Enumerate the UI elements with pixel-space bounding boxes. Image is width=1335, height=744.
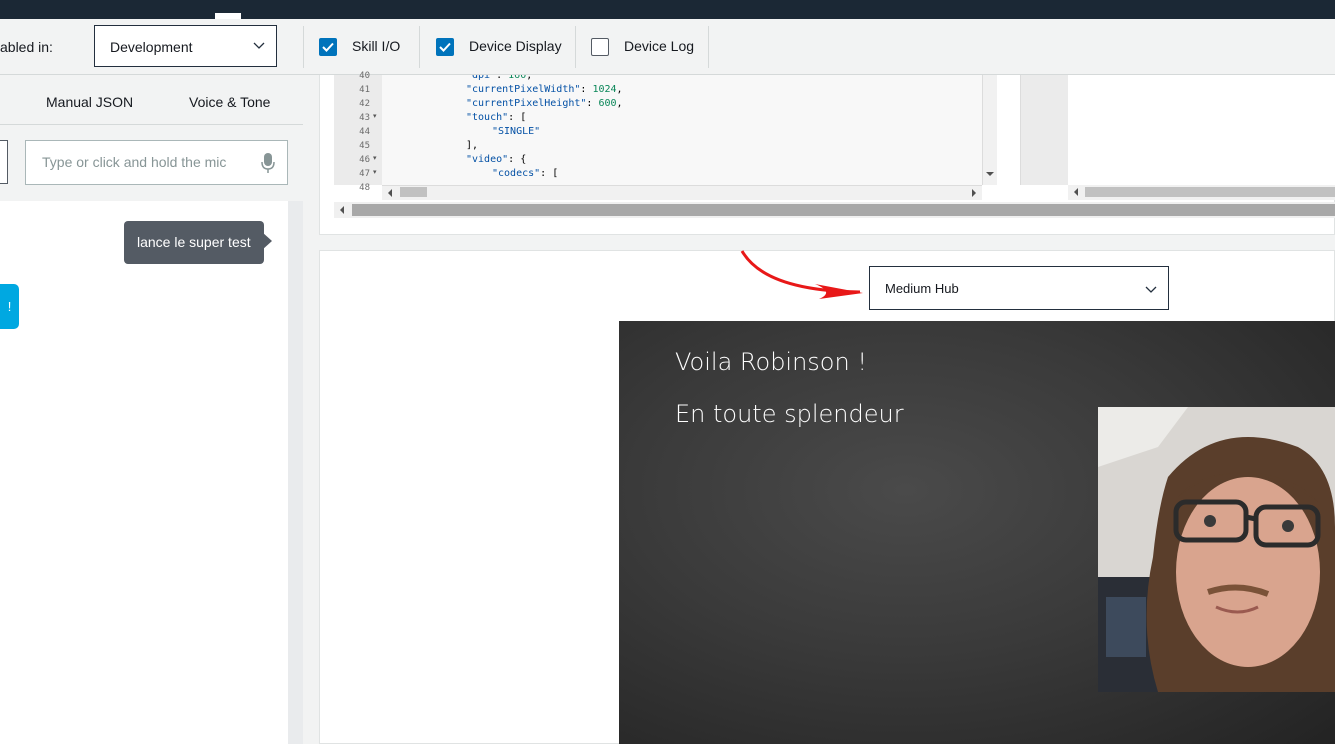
- apl-title: Voila Robinson !: [675, 348, 867, 376]
- utterance-input[interactable]: [40, 153, 254, 171]
- code-line: ],: [466, 140, 479, 151]
- json-editor-gutter: 40 41 42 43 ▾ 44 45 46 ▾ 47 ▾ 48: [334, 71, 382, 193]
- stage-select[interactable]: Development: [94, 25, 277, 67]
- scroll-left-arrow-icon[interactable]: [1073, 188, 1079, 196]
- fold-toggle-icon[interactable]: ▾: [373, 112, 377, 120]
- skill-testing-enabled-label: abled in:: [0, 39, 53, 55]
- device-display-checkbox[interactable]: [436, 38, 454, 56]
- chevron-down-icon: [253, 42, 265, 49]
- json-output-scroll-thumb[interactable]: [1085, 187, 1335, 197]
- dialog-history: [0, 201, 288, 744]
- toolbar-divider: [419, 26, 420, 68]
- toolbar-divider: [303, 26, 304, 68]
- tab-manual-json[interactable]: Manual JSON: [46, 94, 133, 110]
- code-line: "touch": [: [466, 112, 527, 123]
- device-type-value: Medium Hub: [885, 281, 959, 296]
- code-line: "codecs": [: [492, 168, 559, 179]
- scroll-down-arrow-icon[interactable]: [986, 170, 994, 178]
- apl-photo: [1098, 407, 1335, 692]
- json-output-editor[interactable]: [1068, 75, 1335, 185]
- alexa-response-bubble: !: [0, 284, 19, 329]
- fold-toggle-icon[interactable]: ▾: [373, 154, 377, 162]
- skill-io-label[interactable]: Skill I/O: [352, 38, 400, 54]
- top-navigation-bar: [0, 0, 1335, 19]
- dialog-scrollbar[interactable]: [288, 201, 303, 744]
- language-select[interactable]: [0, 140, 8, 184]
- tab-voice-and-tone[interactable]: Voice & Tone: [189, 94, 270, 110]
- code-line: "dpi": 160,: [466, 75, 533, 81]
- line-number: 48: [359, 183, 370, 193]
- device-display-label[interactable]: Device Display: [469, 38, 562, 54]
- skill-io-checkbox[interactable]: [319, 38, 337, 56]
- utterance-input-box[interactable]: [25, 140, 288, 185]
- line-number: 46: [359, 155, 370, 165]
- code-line: "SINGLE": [492, 126, 541, 137]
- code-line: "currentPixelWidth": 1024,: [466, 84, 623, 95]
- json-input-editor[interactable]: "dpi": 160, "currentPixelWidth": 1024, "cu…: [382, 75, 982, 185]
- json-editor-vertical-scrollbar[interactable]: [982, 75, 997, 185]
- line-number: 47: [359, 169, 370, 179]
- device-log-label[interactable]: Device Log: [624, 38, 694, 54]
- scroll-right-arrow-icon[interactable]: [971, 189, 977, 197]
- line-number: 43: [359, 113, 370, 123]
- line-number: 41: [359, 85, 370, 95]
- code-line: "currentPixelHeight": 600,: [466, 98, 623, 109]
- portrait-image: [1098, 407, 1335, 692]
- scroll-left-arrow-icon[interactable]: [339, 206, 345, 214]
- red-arrow-annotation: [740, 250, 863, 299]
- json-editor-horizontal-scrollbar[interactable]: [382, 185, 982, 200]
- line-number: 44: [359, 127, 370, 137]
- line-number: 42: [359, 99, 370, 109]
- line-number: 45: [359, 141, 370, 151]
- user-utterance-bubble: lance le super test: [124, 221, 264, 264]
- toolbar-divider: [708, 26, 709, 68]
- fold-toggle-icon[interactable]: ▾: [373, 168, 377, 176]
- device-log-checkbox[interactable]: [591, 38, 609, 56]
- scroll-left-arrow-icon[interactable]: [387, 189, 393, 197]
- check-icon: [439, 42, 451, 52]
- stage-select-value: Development: [110, 39, 193, 55]
- chevron-down-icon: [1145, 286, 1157, 293]
- check-icon: [322, 42, 334, 52]
- microphone-icon[interactable]: [261, 152, 275, 174]
- skill-io-scroll-thumb[interactable]: [352, 204, 1335, 216]
- json-output-gutter: [1020, 75, 1068, 185]
- user-bubble-tail: [262, 232, 272, 250]
- code-line: "video": {: [466, 154, 527, 165]
- line-number: 40: [359, 71, 370, 81]
- apl-subtitle: En toute splendeur: [675, 400, 904, 428]
- json-editor-scroll-thumb[interactable]: [400, 187, 427, 197]
- device-type-select[interactable]: Medium Hub: [869, 266, 1169, 310]
- toolbar-divider: [575, 26, 576, 68]
